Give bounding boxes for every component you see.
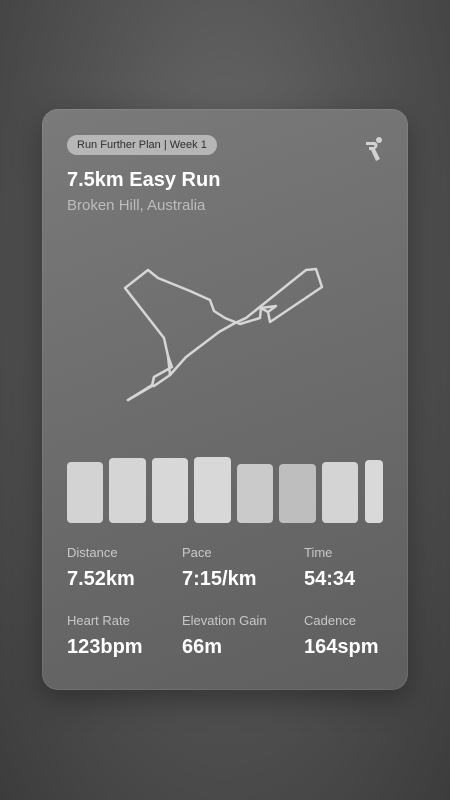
split-bar bbox=[237, 464, 273, 523]
activity-title: 7.5km Easy Run bbox=[67, 169, 221, 191]
stat-value: 7.52km bbox=[67, 568, 135, 590]
activity-card[interactable]: Run Further Plan | Week 1 7.5km Easy Run… bbox=[42, 109, 408, 690]
split-bar bbox=[279, 464, 316, 523]
stat-label: Distance bbox=[67, 545, 118, 560]
stat-value: 66m bbox=[182, 636, 223, 658]
split-bar bbox=[109, 458, 146, 523]
stat-time: Time 54:34 bbox=[304, 545, 355, 591]
split-bar bbox=[152, 458, 188, 523]
plan-badge: Run Further Plan | Week 1 bbox=[67, 135, 217, 155]
stat-label: Time bbox=[304, 545, 333, 560]
runner-logo-icon bbox=[364, 135, 384, 163]
stat-heart-rate: Heart Rate 123bpm bbox=[67, 613, 143, 659]
stat-label: Pace bbox=[182, 545, 212, 560]
stat-value: 54:34 bbox=[304, 568, 356, 590]
split-bar bbox=[322, 462, 358, 523]
stat-elevation-gain: Elevation Gain 66m bbox=[182, 613, 267, 659]
stat-cadence: Cadence 164spm bbox=[304, 613, 379, 659]
stat-label: Elevation Gain bbox=[182, 613, 267, 628]
split-bars bbox=[67, 457, 385, 523]
stat-label: Heart Rate bbox=[67, 613, 130, 628]
stat-distance: Distance 7.52km bbox=[67, 545, 135, 591]
stat-value: 7:15/km bbox=[182, 568, 257, 590]
activity-location: Broken Hill, Australia bbox=[67, 197, 206, 214]
stat-label: Cadence bbox=[304, 613, 357, 628]
stat-value: 164spm bbox=[304, 636, 379, 658]
stat-value: 123bpm bbox=[67, 636, 143, 658]
split-bar bbox=[67, 462, 103, 523]
split-bar bbox=[365, 460, 383, 523]
split-bar bbox=[194, 457, 231, 523]
stat-pace: Pace 7:15/km bbox=[182, 545, 257, 591]
